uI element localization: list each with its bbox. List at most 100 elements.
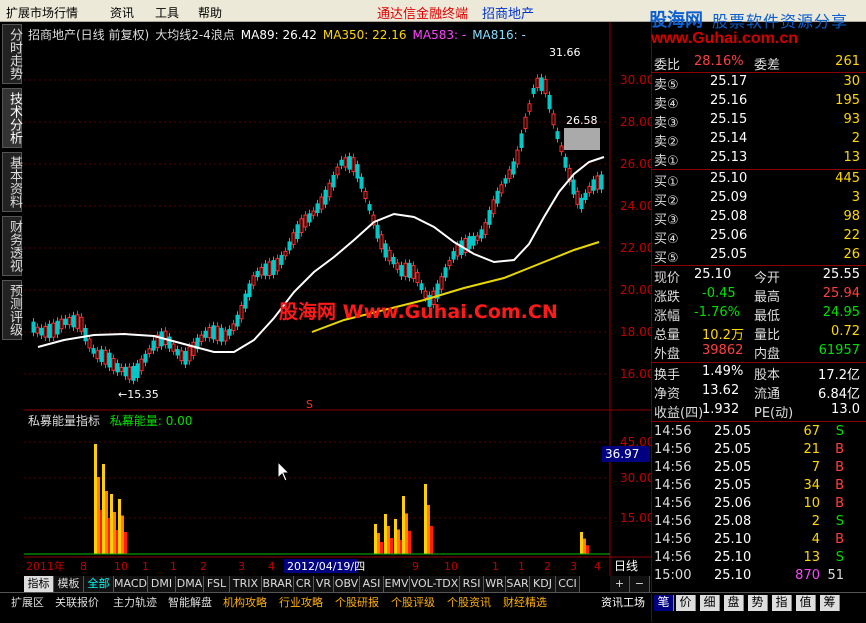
tick-volume: 34 <box>803 478 820 493</box>
tab-brar[interactable]: BRAR <box>262 576 294 592</box>
tick-row: 14:56 25.05 34 B <box>654 478 864 496</box>
tab-vr[interactable]: VR <box>314 576 334 592</box>
rtab-detail[interactable]: 细 <box>700 595 720 611</box>
buy-5-row[interactable]: 买⑤ 25.05 26 <box>654 247 864 266</box>
status-tab-news[interactable]: 个股资讯 <box>444 595 494 611</box>
tick-price: 25.10 <box>714 568 752 583</box>
zoom-out-button[interactable]: − <box>630 576 650 592</box>
rtab-chips[interactable]: 筹 <box>820 595 840 611</box>
tab-wr[interactable]: WR <box>484 576 506 592</box>
menu-help[interactable]: 帮助 <box>198 4 222 21</box>
tick-volume: 13 <box>803 550 820 565</box>
tick-time: 14:56 <box>654 514 692 529</box>
rtab-value[interactable]: 值 <box>796 595 816 611</box>
zoom-in-button[interactable]: + <box>610 576 630 592</box>
rtab-trades[interactable]: 笔 <box>654 595 674 611</box>
rtab-book[interactable]: 盘 <box>724 595 744 611</box>
vtab-technical[interactable]: 技术分析 <box>2 88 22 148</box>
tab-kdj[interactable]: KDJ <box>530 576 556 592</box>
sell-3-row[interactable]: 卖③ 25.15 93 <box>654 112 864 131</box>
menu-news[interactable]: 资讯 <box>110 4 134 21</box>
kline-chart[interactable]: ←15.35 31.66 26.58 S 30.00 28.00 26.00 2… <box>24 22 651 578</box>
buy-3-row[interactable]: 买③ 25.08 98 <box>654 209 864 228</box>
status-tab-ext[interactable]: 扩展区 <box>8 595 47 611</box>
sell-1-row[interactable]: 卖① 25.13 13 <box>654 150 864 169</box>
svg-text:30.00: 30.00 <box>620 73 651 87</box>
status-tab-finance[interactable]: 财经精选 <box>500 595 550 611</box>
tick-time: 14:56 <box>654 442 692 457</box>
menu-extended-market[interactable]: 扩展市场行情 <box>6 4 78 21</box>
sub-indicator-value: 私幕能量: 0.00 <box>109 414 193 428</box>
tab-rsi[interactable]: RSI <box>460 576 484 592</box>
svg-text:4: 4 <box>594 560 601 573</box>
vertical-tabs: 分时走势 技术分析 基本资料 财务透视 预测评级 <box>0 22 24 578</box>
tick-time: 14:56 <box>654 496 692 511</box>
rtab-price[interactable]: 价 <box>676 595 696 611</box>
tick-volume: 10 <box>803 496 820 511</box>
weibi-row: 委比 28.16% 委差 261 <box>654 54 860 73</box>
tick-side: S <box>835 550 844 565</box>
buy-2-row[interactable]: 买② 25.09 3 <box>654 190 864 209</box>
tab-dma[interactable]: DMA <box>176 576 204 592</box>
tab-dmi[interactable]: DMI <box>148 576 176 592</box>
status-tab-main[interactable]: 主力轨迹 <box>110 595 160 611</box>
sell-2-row[interactable]: 卖② 25.14 2 <box>654 131 864 150</box>
status-tab-inst[interactable]: 机构攻略 <box>220 595 270 611</box>
stat-row-pct: 涨幅 -1.76% 最低 24.95 <box>654 305 860 324</box>
tick-row: 14:56 25.10 13 S <box>654 550 864 568</box>
tick-volume: 4 <box>811 532 820 547</box>
tick-time: 14:56 <box>654 550 692 565</box>
buy-4-row[interactable]: 买④ 25.06 22 <box>654 228 864 247</box>
stat-row-price: 现价 25.10 今开 25.55 <box>654 267 860 286</box>
tick-time: 14:56 <box>654 478 692 493</box>
tab-macd[interactable]: MACD <box>114 576 148 592</box>
status-tab-workshop[interactable]: 资讯工场 <box>598 595 648 611</box>
tick-side: S <box>835 424 844 439</box>
tab-all[interactable]: 全部 <box>84 576 114 592</box>
svg-text:18.00: 18.00 <box>620 325 651 339</box>
rtab-index[interactable]: 指 <box>772 595 792 611</box>
tab-vol-tdx[interactable]: VOL-TDX <box>410 576 460 592</box>
tab-fsl[interactable]: FSL <box>204 576 230 592</box>
tick-side: B <box>835 496 844 511</box>
vtab-intraday[interactable]: 分时走势 <box>2 24 22 84</box>
status-tab-industry[interactable]: 行业攻略 <box>276 595 326 611</box>
period-label[interactable]: 日线 <box>614 559 638 573</box>
stat-row-turnover: 换手 1.49% 股本 17.2亿 <box>654 364 860 383</box>
tick-price: 25.05 <box>714 478 752 493</box>
tab-cr[interactable]: CR <box>294 576 314 592</box>
tick-side: 51 <box>827 568 844 583</box>
tab-trix[interactable]: TRIX <box>230 576 262 592</box>
watermark-overlay: 股海网 Www.Guhai.Com.CN <box>279 300 558 323</box>
tab-template[interactable]: 模板 <box>54 576 84 592</box>
tick-volume: 2 <box>811 514 820 529</box>
vtab-basic-info[interactable]: 基本资料 <box>2 152 22 212</box>
status-tab-smart[interactable]: 智能解盘 <box>165 595 215 611</box>
status-tab-rating[interactable]: 个股评级 <box>388 595 438 611</box>
tab-emv[interactable]: EMV <box>384 576 410 592</box>
stock-name: 招商地产(日线 前复权) <box>28 28 150 42</box>
stat-row-net: 净资 13.62 流通 6.84亿 <box>654 383 860 402</box>
vtab-finance[interactable]: 财务透视 <box>2 216 22 276</box>
tab-cci[interactable]: CCI <box>556 576 580 592</box>
svg-text:8: 8 <box>80 560 87 573</box>
tab-asi[interactable]: ASI <box>360 576 384 592</box>
tick-row: 14:56 25.05 7 B <box>654 460 864 478</box>
stat-row-eps: 收益(四) 1.932 PE(动) 13.0 <box>654 402 860 421</box>
sell-5-row[interactable]: 卖⑤ 25.17 30 <box>654 74 864 93</box>
tab-obv[interactable]: OBV <box>334 576 360 592</box>
buy-1-row[interactable]: 买① 25.10 445 <box>654 171 864 190</box>
svg-text:26.00: 26.00 <box>620 157 651 171</box>
svg-text:9: 9 <box>412 560 419 573</box>
tab-sar[interactable]: SAR <box>506 576 530 592</box>
svg-text:1: 1 <box>170 560 177 573</box>
vtab-forecast[interactable]: 预测评级 <box>2 280 22 340</box>
status-tab-related[interactable]: 关联报价 <box>52 595 102 611</box>
menu-tools[interactable]: 工具 <box>155 4 179 21</box>
sell-4-row[interactable]: 卖④ 25.16 195 <box>654 93 864 112</box>
tab-indicator[interactable]: 指标 <box>24 576 54 592</box>
stock-title: 招商地产 <box>482 7 535 22</box>
status-tab-report[interactable]: 个股研报 <box>332 595 382 611</box>
tick-row: 14:56 25.05 21 B <box>654 442 864 460</box>
rtab-trend[interactable]: 势 <box>748 595 768 611</box>
